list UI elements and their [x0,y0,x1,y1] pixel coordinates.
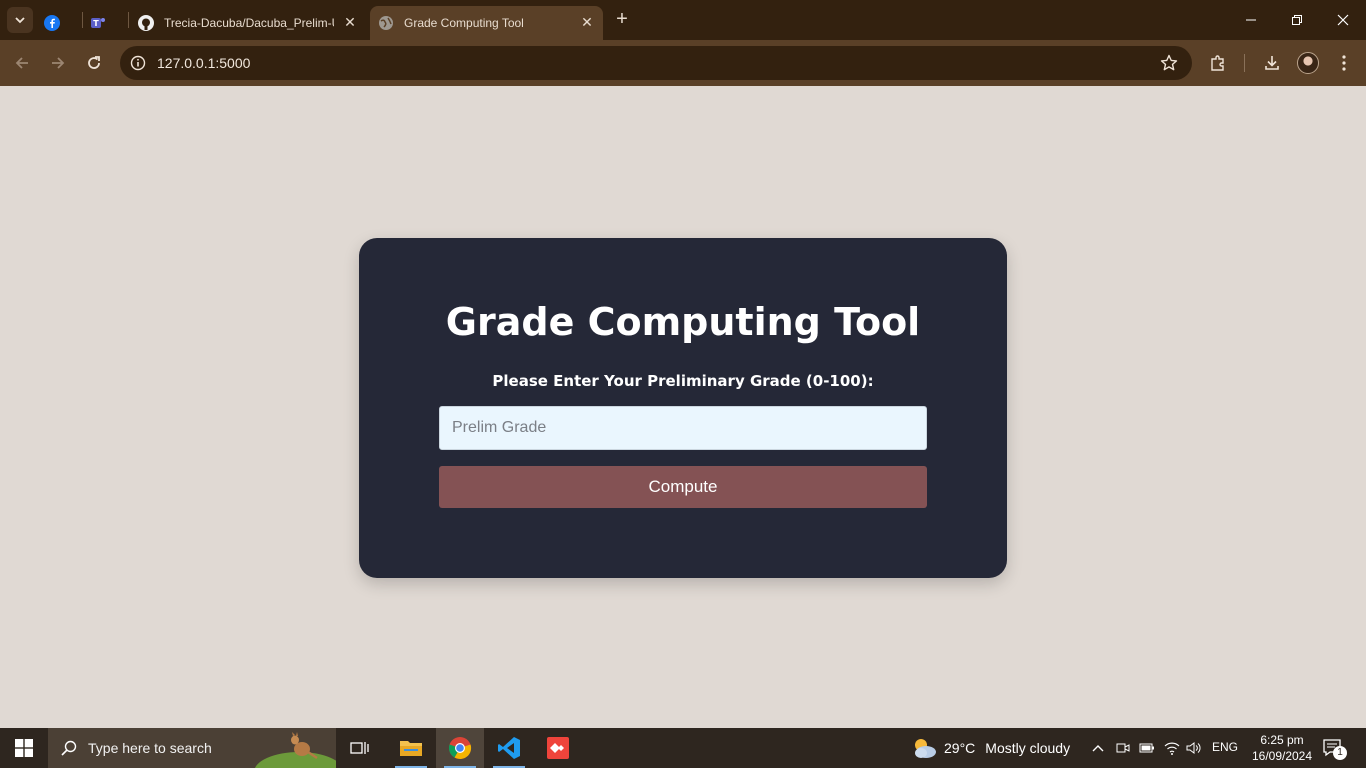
tab-separator [128,12,129,28]
start-button[interactable] [0,728,48,768]
browser-menu-button[interactable] [1333,52,1355,74]
battery-icon [1139,743,1154,753]
more-vertical-icon [1342,55,1346,71]
tab-separator [82,12,83,28]
chrome-icon [448,737,472,760]
system-clock[interactable]: 6:25 pm 16/09/2024 [1244,732,1320,764]
clock-time: 6:25 pm [1260,733,1304,747]
close-icon[interactable]: ✕ [342,14,358,30]
task-view-icon [350,742,369,754]
arrow-right-icon [52,57,65,69]
windows-taskbar: Type here to search 29°C Mostly cloudy E… [0,728,1366,768]
show-hidden-icons-button[interactable] [1088,738,1108,758]
chevron-down-icon [15,17,25,24]
weather-description: Mostly cloudy [985,740,1071,756]
restore-button[interactable] [1274,0,1320,40]
address-bar[interactable]: 127.0.0.1:5000 [120,46,1192,80]
close-icon[interactable]: ✕ [579,14,595,30]
tab-search-button[interactable] [7,7,33,33]
anydesk-taskbar-button[interactable] [534,728,582,768]
windows-logo-icon [15,739,33,757]
folder-icon [400,741,422,756]
taskbar-search-box[interactable]: Type here to search [48,728,336,768]
task-view-button[interactable] [336,728,384,768]
kangaroo-illustration-icon [291,732,318,760]
restore-icon [1292,15,1302,25]
reload-icon [88,56,100,69]
weather-widget[interactable]: 29°C Mostly cloudy [910,728,1070,768]
chevron-up-icon [1092,745,1104,752]
tab-grade-computing-tool[interactable]: Grade Computing Tool ✕ [370,6,603,40]
input-language-indicator[interactable]: ENG [1212,740,1238,754]
speaker-icon [1186,742,1201,754]
volume-tray-icon[interactable] [1184,738,1204,758]
compute-button[interactable]: Compute [439,466,927,508]
meet-now-tray-icon[interactable] [1113,738,1133,758]
anydesk-icon [547,737,569,759]
partly-cloudy-icon [915,739,936,758]
prelim-grade-input[interactable] [439,406,927,450]
battery-tray-icon[interactable] [1137,738,1157,758]
new-tab-button[interactable]: + [611,9,633,31]
teams-icon: T [90,15,106,31]
github-icon [138,15,154,31]
downloads-button[interactable] [1261,52,1283,74]
info-icon[interactable] [130,55,146,71]
tab-title: Grade Computing Tool [404,16,524,30]
tab-github[interactable]: Trecia-Dacuba/Dacuba_Prelim-U ✕ [138,6,366,40]
page-viewport: Grade Computing Tool Please Enter Your P… [0,86,1366,728]
extensions-button[interactable] [1207,52,1229,74]
minimize-button[interactable] [1228,0,1274,40]
grade-prompt-label: Please Enter Your Preliminary Grade (0-1… [492,372,874,390]
search-icon [61,740,77,756]
back-button[interactable] [11,52,33,74]
tab-title: Trecia-Dacuba/Dacuba_Prelim-U [164,16,334,30]
arrow-left-icon [15,57,28,69]
close-icon [1337,14,1349,26]
wifi-icon [1164,742,1180,755]
grade-tool-card: Grade Computing Tool Please Enter Your P… [359,238,1007,578]
wifi-tray-icon[interactable] [1162,738,1182,758]
bookmark-star-icon[interactable] [1160,54,1178,72]
puzzle-icon [1211,55,1224,71]
url-text[interactable]: 127.0.0.1:5000 [157,55,250,71]
toolbar-divider [1244,54,1245,72]
browser-tab-strip: T Trecia-Dacuba/Dacuba_Prelim-U ✕ Grade … [0,0,1366,40]
file-explorer-button[interactable] [387,728,435,768]
tab-teams[interactable]: T [90,6,122,40]
reload-button[interactable] [83,52,105,74]
minimize-icon [1246,19,1256,21]
browser-toolbar: 127.0.0.1:5000 [0,40,1366,86]
taskbar-search-placeholder: Type here to search [88,740,212,756]
page-title: Grade Computing Tool [445,300,921,344]
chrome-taskbar-button[interactable] [436,728,484,768]
close-window-button[interactable] [1320,0,1366,40]
clock-date: 16/09/2024 [1251,749,1313,763]
notification-center-button[interactable]: 1 [1322,738,1347,760]
facebook-icon [44,15,60,31]
weather-temperature: 29°C [944,740,976,756]
globe-icon [378,15,394,31]
vscode-taskbar-button[interactable] [485,728,533,768]
vscode-icon [498,737,520,759]
notification-count-badge: 1 [1333,746,1347,760]
forward-button[interactable] [47,52,69,74]
svg-text:T: T [93,19,99,28]
camera-icon [1116,743,1130,753]
profile-avatar[interactable] [1297,52,1319,74]
tab-facebook[interactable] [44,6,76,40]
download-icon [1265,56,1279,70]
